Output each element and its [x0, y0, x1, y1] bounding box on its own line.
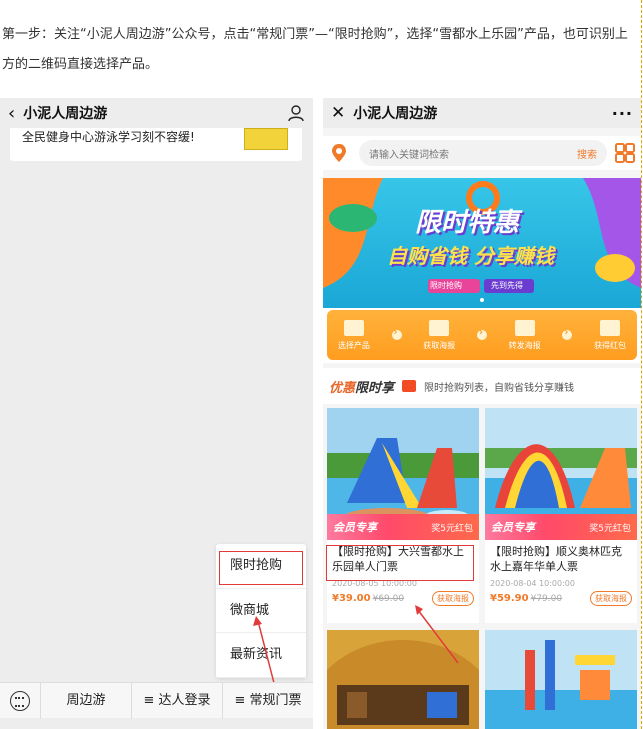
product-name[interactable]: 【限时抢购】顺义奥林匹克水上嘉年华单人票 [485, 540, 637, 576]
section-title-a: 优惠 [329, 380, 356, 396]
product-card[interactable]: 会员专享 奖5元红包 【限时抢购】顺义奥林匹克水上嘉年华单人票 2020-08-… [485, 408, 637, 623]
search-row: 请输入关键词检索 搜索 [323, 136, 641, 170]
article-thumbnail [244, 128, 288, 150]
section-desc: 限时抢购列表，自购省钱分享赚钱 [424, 382, 575, 394]
product-date: 2020-08-04 10:00:00 [490, 579, 575, 588]
article-card[interactable]: 全民健身中心游泳学习刻不容缓! [10, 128, 302, 161]
price-row: ¥39.00 ¥69.00 获取海报 [327, 588, 479, 609]
price-row: ¥59.90 ¥79.00 获取海报 [485, 588, 637, 609]
steps-panel: 选择产品 获取海报 转发海报 获得红包 [323, 308, 641, 363]
location-pin-icon[interactable] [329, 143, 349, 163]
dashed-border [641, 0, 642, 729]
right-header: ✕ 小泥人周边游 ··· [323, 98, 641, 128]
popup-item-mall[interactable]: 微商城 [216, 589, 306, 634]
keyboard-icon[interactable] [0, 690, 40, 711]
banner-tag1: 限时抢购 [430, 281, 462, 290]
left-screenshot: ‹ 小泥人周边游 全民健身中心游泳学习刻不容缓! 限时抢购 微商城 最新资讯 周… [0, 98, 313, 729]
product-grid: 会员专享 奖5元红包 【限时抢购】大兴雪都水上乐园单人门票 2020-08-05… [323, 408, 641, 729]
bottom-menu: 周边游 ≡ 达人登录 ≡ 常规门票 [0, 682, 313, 719]
poster-icon [429, 319, 450, 336]
price-now: ¥39.00 [332, 593, 371, 604]
article-text: 全民健身中心游泳学习刻不容缓! [22, 130, 195, 144]
step-select-product: 选择产品 [338, 319, 370, 351]
step-arrow-icon [562, 327, 573, 340]
share-icon [514, 319, 535, 336]
banner-line1: 限时特惠 [415, 208, 520, 238]
banner-tag2: 先到先得 [491, 281, 523, 290]
product-icon [343, 319, 364, 336]
banner-line2: 自购省钱 分享赚钱 [387, 244, 554, 268]
get-poster-button[interactable]: 获取海报 [432, 591, 474, 606]
product-image: 会员专享 奖5元红包 [327, 408, 479, 540]
product-card[interactable]: 会员专享 奖5元红包 【限时抢购】大兴雪都水上乐园单人门票 2020-08-05… [327, 408, 479, 623]
section-header: 优惠 限时享 限时抢购列表，自购省钱分享赚钱 [323, 368, 641, 404]
more-icon[interactable]: ··· [612, 104, 633, 123]
highlight-box [326, 545, 474, 581]
instruction-text: 第一步：关注“小泥人周边游”公众号，点击“常规门票”—“限时抢购”，选择“雪都水… [2, 27, 628, 72]
popup-item-news[interactable]: 最新资讯 [216, 633, 306, 678]
user-icon[interactable] [287, 104, 305, 122]
back-icon[interactable]: ‹ [8, 103, 15, 124]
promo-banner[interactable]: 限时特惠 自购省钱 分享赚钱 限时抢购 先到先得 [323, 178, 641, 308]
right-screenshot: ✕ 小泥人周边游 ··· 请输入关键词检索 搜索 限时特惠 自购省钱 分享赚钱 … [323, 98, 641, 729]
section-title-b: 限时享 [355, 380, 395, 396]
menu-popup: 限时抢购 微商城 最新资讯 [216, 544, 306, 678]
product-card[interactable] [485, 630, 637, 729]
price-old: ¥79.00 [530, 593, 563, 604]
redpacket-icon [600, 319, 621, 336]
search-input[interactable]: 请输入关键词检索 搜索 [359, 140, 607, 166]
product-image: 会员专享 奖5元红包 [485, 408, 637, 540]
step-arrow-icon [476, 327, 487, 340]
category-grid-icon[interactable] [615, 143, 635, 163]
get-poster-button[interactable]: 获取海报 [590, 591, 632, 606]
price-old: ¥69.00 [372, 593, 405, 604]
menu-item-login[interactable]: ≡ 达人登录 [131, 682, 222, 719]
step-share-poster: 转发海报 [509, 319, 541, 351]
menu-item-nearby[interactable]: 周边游 [40, 682, 131, 719]
highlight-box [219, 551, 303, 585]
right-title: 小泥人周边游 [353, 106, 438, 122]
member-ribbon: 会员专享 奖5元红包 [485, 514, 637, 540]
product-card[interactable] [327, 630, 479, 729]
search-placeholder: 请输入关键词检索 [369, 149, 449, 161]
step-arrow-icon [391, 327, 402, 340]
close-icon[interactable]: ✕ [331, 103, 345, 123]
search-button[interactable]: 搜索 [577, 146, 597, 161]
price-now: ¥59.90 [490, 593, 529, 604]
left-header: ‹ 小泥人周边游 [0, 98, 313, 128]
shopping-bag-icon [402, 380, 417, 392]
step-get-poster: 获取海报 [423, 319, 455, 351]
left-title: 小泥人周边游 [23, 106, 108, 122]
member-ribbon: 会员专享 奖5元红包 [327, 514, 479, 540]
step-get-redpacket: 获得红包 [594, 319, 626, 351]
menu-item-tickets[interactable]: ≡ 常规门票 [222, 682, 313, 719]
